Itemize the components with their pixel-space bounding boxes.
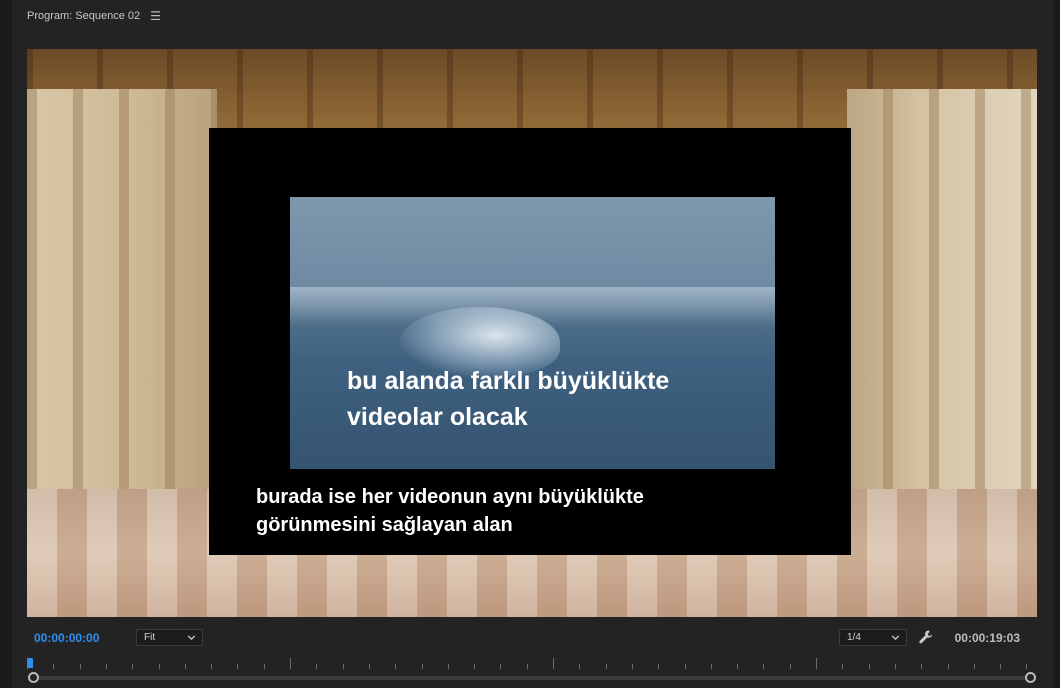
- chevron-down-icon: [187, 635, 196, 641]
- black-frame-overlay: bu alanda farklı büyüklükte videolar ola…: [209, 128, 851, 555]
- panel-header: Program: Sequence 02 ☰: [12, 0, 1054, 32]
- panel-edge-left: [0, 0, 12, 688]
- frame-caption: burada ise her videonun aynı büyüklükte …: [256, 483, 816, 539]
- monitor-controls-bar: 00:00:00:00 Fit 1/4 00:00:19:03: [12, 622, 1054, 652]
- wrench-icon[interactable]: [918, 629, 934, 645]
- video-caption-line-1: bu alanda farklı büyüklükte: [347, 367, 670, 395]
- frame-caption-line-2: görünmesini sağlayan alan: [256, 514, 513, 536]
- playback-resolution-value: 1/4: [847, 632, 861, 643]
- playhead-marker[interactable]: [27, 658, 33, 668]
- sea-video-clip: bu alanda farklı büyüklükte videolar ola…: [290, 197, 775, 469]
- panel-edge-right: [1054, 0, 1060, 688]
- frame-caption-line-1: burada ise her videonun aynı büyüklükte: [256, 486, 644, 508]
- duration-timecode: 00:00:19:03: [954, 631, 1020, 645]
- chevron-down-icon: [891, 635, 900, 641]
- zoom-scroll-track[interactable]: [28, 676, 1036, 680]
- playback-resolution-select[interactable]: 1/4: [839, 629, 907, 646]
- zoom-scroll-handle-right[interactable]: [1025, 672, 1036, 683]
- background-hall-wall-left: [27, 89, 217, 509]
- zoom-scroll-handle-left[interactable]: [28, 672, 39, 683]
- current-timecode[interactable]: 00:00:00:00: [34, 631, 99, 645]
- hamburger-menu-icon[interactable]: ☰: [150, 10, 161, 22]
- background-hall-wall-right: [847, 89, 1037, 509]
- video-caption-line-2: videolar olacak: [347, 403, 528, 431]
- panel-title[interactable]: Program: Sequence 02: [27, 10, 140, 22]
- time-ruler[interactable]: [27, 656, 1037, 670]
- zoom-level-value: Fit: [144, 632, 156, 643]
- ruler-ticks: [27, 658, 1027, 669]
- program-monitor-viewer[interactable]: bu alanda farklı büyüklükte videolar ola…: [27, 49, 1037, 617]
- video-caption: bu alanda farklı büyüklükte videolar ola…: [347, 363, 767, 435]
- zoom-level-select[interactable]: Fit: [136, 629, 203, 646]
